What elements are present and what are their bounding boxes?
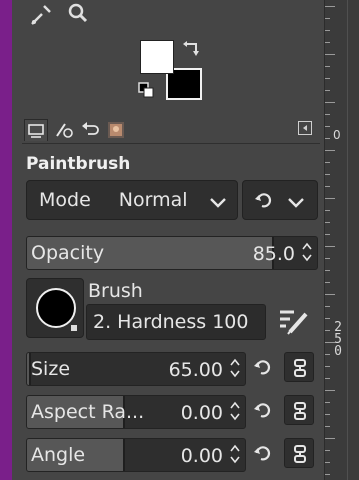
ruler-label-text: 250 (334, 320, 342, 359)
edit-brush-icon[interactable] (276, 304, 310, 342)
ruler-tick (325, 246, 335, 247)
ruler-tick (325, 366, 330, 367)
angle-value: 0.00 (180, 445, 223, 467)
ruler-tick (325, 198, 335, 199)
spin-arrows-icon[interactable] (229, 444, 241, 468)
ruler-tick (325, 306, 330, 307)
device-status-tab-icon[interactable] (52, 119, 76, 141)
foreground-color-swatch[interactable] (140, 40, 174, 74)
aspect-ratio-label: Aspect Ra... (31, 401, 145, 423)
chain-icon[interactable] (284, 395, 314, 425)
ruler-tick (325, 210, 330, 211)
opacity-label: Opacity (31, 242, 105, 264)
ruler-tick (325, 30, 330, 31)
spin-arrows-icon[interactable] (229, 358, 241, 382)
ruler-tick (325, 354, 330, 355)
chevron-down-icon (209, 194, 227, 213)
ruler-tick (325, 450, 330, 451)
ruler-tick (325, 234, 330, 235)
mode-value: Normal (118, 189, 188, 211)
ruler-tick (325, 150, 335, 151)
ruler-tick (325, 138, 330, 139)
opacity-slider[interactable]: Opacity 85.0 (26, 236, 318, 270)
ruler-tick (325, 270, 330, 271)
ruler-top-label: 0 (333, 128, 341, 142)
opacity-value: 85.0 (252, 243, 295, 265)
swap-colors-icon[interactable] (182, 38, 202, 62)
ruler-tick (325, 414, 330, 415)
mode-reset-select[interactable] (242, 180, 318, 220)
reset-icon[interactable] (252, 444, 272, 468)
chevron-down-icon (287, 194, 305, 213)
aspect-ratio-slider[interactable]: Aspect Ra... 0.00 (26, 395, 246, 429)
ruler-tick (325, 66, 330, 67)
brush-preview[interactable] (26, 278, 84, 338)
ruler-guide-line (347, 0, 348, 480)
ruler-tick (325, 6, 335, 7)
mode-select[interactable]: Mode Normal (26, 180, 238, 220)
ruler-tick (325, 462, 330, 463)
ruler-tick (325, 426, 330, 427)
size-label: Size (31, 358, 71, 380)
ruler-tick (325, 222, 330, 223)
spin-arrows-icon[interactable] (301, 242, 313, 266)
ruler-tick (325, 126, 330, 127)
brush-shape-icon (36, 288, 76, 328)
zoom-icon[interactable] (66, 2, 92, 28)
ruler-tick (325, 390, 335, 391)
brush-menu-icon (71, 325, 77, 331)
spin-arrows-icon[interactable] (229, 401, 241, 425)
images-tab-icon[interactable] (104, 119, 128, 141)
mode-label: Mode (39, 189, 91, 211)
tool-title: Paintbrush (26, 154, 131, 174)
chain-icon[interactable] (284, 438, 314, 468)
ruler-tick (325, 342, 335, 343)
ruler-tick (325, 90, 330, 91)
ruler-tick (325, 282, 330, 283)
reset-icon[interactable] (252, 401, 272, 425)
angle-slider[interactable]: Angle 0.00 (26, 438, 246, 472)
ruler-tick (325, 318, 330, 319)
reset-colors-icon[interactable] (138, 82, 156, 104)
ruler-tick (325, 78, 330, 79)
ruler-tick (325, 18, 330, 19)
ruler-tick (325, 54, 335, 55)
angle-label: Angle (31, 444, 86, 466)
ruler-tick (325, 162, 330, 163)
vertical-ruler: 0 250 (324, 0, 359, 480)
ruler-tick (325, 258, 330, 259)
ruler-tick (325, 186, 330, 187)
aspect-ratio-value: 0.00 (180, 402, 223, 424)
dock-tab-bar (22, 116, 320, 144)
ruler-tick (325, 42, 330, 43)
size-slider[interactable]: Size 65.00 (26, 352, 246, 386)
fg-bg-color-selector (138, 38, 208, 104)
ruler-tick (325, 102, 335, 103)
reset-icon[interactable] (252, 358, 272, 382)
ruler-tick (325, 174, 330, 175)
tool-options-tab-icon[interactable] (24, 119, 48, 141)
ruler-tick (325, 438, 335, 439)
undo-history-tab-icon[interactable] (78, 119, 102, 141)
ruler-tick (325, 378, 330, 379)
size-value: 65.00 (168, 359, 223, 381)
brush-label: Brush (88, 280, 143, 302)
brush-name-field[interactable]: 2. Hardness 100 (86, 304, 266, 340)
ruler-label: 250 (333, 320, 343, 359)
ruler-tick (325, 114, 330, 115)
ruler-tick (325, 294, 335, 295)
ruler-tick (325, 330, 330, 331)
ruler-tick (325, 474, 330, 475)
window-edge-strip (0, 0, 12, 480)
chain-icon[interactable] (284, 352, 314, 382)
color-picker-icon[interactable] (28, 2, 54, 28)
ruler-tick (325, 402, 330, 403)
tab-menu-icon[interactable] (298, 121, 312, 135)
toolbox-row (28, 0, 92, 30)
reset-icon (253, 191, 273, 215)
